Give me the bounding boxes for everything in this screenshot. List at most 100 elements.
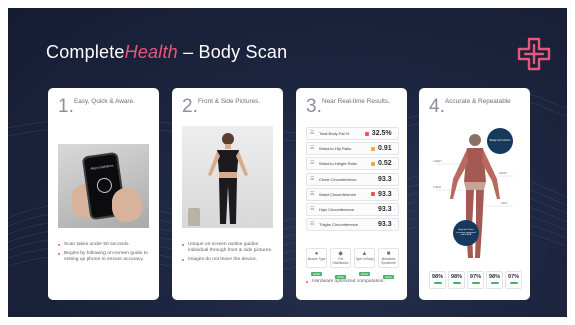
body-type-tiles: ● Muscle Type HIGH ◆ Fat Distribution HIGH ▲ Ty… [306,248,399,280]
title-prefix: Complete [46,42,125,62]
person-figure-icon [208,133,248,224]
result-row[interactable]: ☰ Waist Circumference 93.3 › [306,187,399,201]
step-number: 4. [429,96,445,117]
bullet-item: Images do not leave the device. [182,257,278,263]
body-type-tile[interactable]: ◆ Fat Distribution HIGH [330,248,351,280]
result-row[interactable]: ☰ Total Body Fat % 32.5% › [306,127,399,140]
health-cross-logo-icon [517,37,551,71]
result-value: 93.3 [378,205,392,213]
accuracy-bar [509,282,518,284]
body-type-badge: HIGH [310,271,323,276]
accuracy-bar [490,282,499,284]
phone-scan-photo: Align Guidelines [58,144,149,228]
result-value: 93.3 [378,221,392,229]
accuracy-bar [471,282,480,284]
ruler-icon: ☰ [310,160,315,167]
body-type-label: Muscle Type [307,257,326,261]
slide: CompleteHealth – Body Scan 1. Easy, Quic… [8,8,567,317]
card-easy-quick: 1. Easy, Quick & Aware. Align Guidelines… [48,88,159,300]
result-row[interactable]: ☰ Thighs Circumference 93.3 › [306,218,399,232]
accuracy-tile: 97% [505,271,522,289]
status-indicator [371,146,376,151]
result-label: Thighs Circumference [319,222,359,228]
chevron-right-icon: › [393,222,395,228]
card-front-side: 2. Front & Side Pictures. Unique on-scre… [172,88,283,300]
accuracy-value: 97% [507,274,520,280]
body-type-label: Type of Body [355,257,374,261]
card-heading: Front & Side Pictures. [198,98,261,105]
chevron-right-icon: › [393,206,395,212]
result-row[interactable]: ☰ Hips Circumference 93.3 › [306,202,399,216]
result-label: Hips Circumference [319,206,355,212]
result-label: Waist-to-Hip Ratio [319,146,352,152]
region-tag: THIGH [433,186,442,189]
result-label: Chest Circumference [319,176,357,182]
accuracy-value: 98% [450,274,463,280]
body-type-tile[interactable]: ● Muscle Type HIGH [306,248,327,276]
chevron-right-icon: › [393,161,395,167]
accuracy-tile: 98% [448,271,465,289]
result-value: 32.5% [371,130,392,137]
body-fat-badge: Body fat Cohort [487,128,513,154]
card-heading: Near Real-time Results. [322,98,390,105]
ruler-icon: ☰ [310,205,315,212]
accuracy-value: 97% [469,274,482,280]
result-label: Waist Circumference [319,191,356,197]
step-number: 2. [182,96,198,117]
ruler-icon: ☰ [310,130,315,136]
stool-object [188,208,200,226]
bullet-item: Scan takes under 60 seconds. [58,242,154,248]
card-results: 3. Near Real-time Results. ☰ Total Body F… [296,88,407,300]
result-row[interactable]: ☰ Waist-to-Hip Ratio 0.91 › [306,142,399,156]
badge-text: Body fat Cohort accuracy compared with D… [456,228,476,237]
page-title: CompleteHealth – Body Scan [46,42,287,63]
result-row[interactable]: ☰ Waist-to-Height Ratio 0.52 › [306,157,399,171]
body-type-badge: HIGH [358,271,371,276]
status-indicator [371,161,376,166]
ruler-icon: ☰ [310,145,315,152]
accuracy-tile: 98% [486,271,503,289]
ruler-icon: ☰ [310,175,315,182]
bullet-list: Hardware optimized computation. [306,279,402,288]
bullet-list: Scan takes under 60 seconds. Begins by f… [58,242,154,266]
accuracy-bar [433,282,442,284]
chevron-right-icon: › [393,131,395,136]
accuracy-bar [452,282,461,284]
card-heading: Accurate & Repeatable [445,98,511,105]
region-tag: WAIST [499,172,508,175]
scan-ring-icon [95,176,113,194]
region-tag: CHEST [433,160,442,163]
accuracy-badge: Body fat Cohort accuracy compared with D… [453,220,479,246]
body-type-tile[interactable]: ▲ Type of Body HIGH [354,248,375,276]
chevron-right-icon: › [393,176,395,182]
result-value: 0.91 [378,145,392,153]
body-type-tile[interactable]: ■ Metabolic Syndrome HIGH [378,248,399,280]
step-number: 1. [58,96,74,117]
bullet-list: Unique on-screen outline guides individu… [182,242,278,266]
result-label: Total Body Fat % [319,131,350,136]
card-heading: Easy, Quick & Aware. [74,98,135,105]
accuracy-value: 98% [488,274,501,280]
accuracy-percentages: 98% 98% 97% 98% 97% [429,271,522,289]
title-accent: Health [124,42,178,62]
title-suffix: – Body Scan [177,42,288,62]
result-value: 93.3 [378,190,392,198]
chevron-right-icon: › [393,146,395,152]
body-type-label: Metabolic Syndrome [381,257,396,265]
body-type-label: Fat Distribution [332,257,349,265]
region-tag: HIPS [501,202,508,205]
result-value: 93.3 [378,175,392,183]
accuracy-tile: 98% [429,271,446,289]
chevron-right-icon: › [393,191,395,197]
accuracy-tile: 97% [467,271,484,289]
person-standing-photo [182,126,273,228]
anatomy-diagram: Body fat Cohort Body fat Cohort accuracy… [427,124,523,264]
hand-right [112,188,142,222]
bullet-item: Unique on-screen outline guides individu… [182,242,278,254]
bullet-item: Hardware optimized computation. [306,279,402,285]
bullet-item: Begins by following on-screen guide to s… [58,251,154,263]
phone-screen-label: Align Guidelines [90,163,114,171]
status-indicator [371,192,376,197]
result-row[interactable]: ☰ Chest Circumference 93.3 › [306,172,399,186]
ruler-icon: ☰ [310,190,315,197]
